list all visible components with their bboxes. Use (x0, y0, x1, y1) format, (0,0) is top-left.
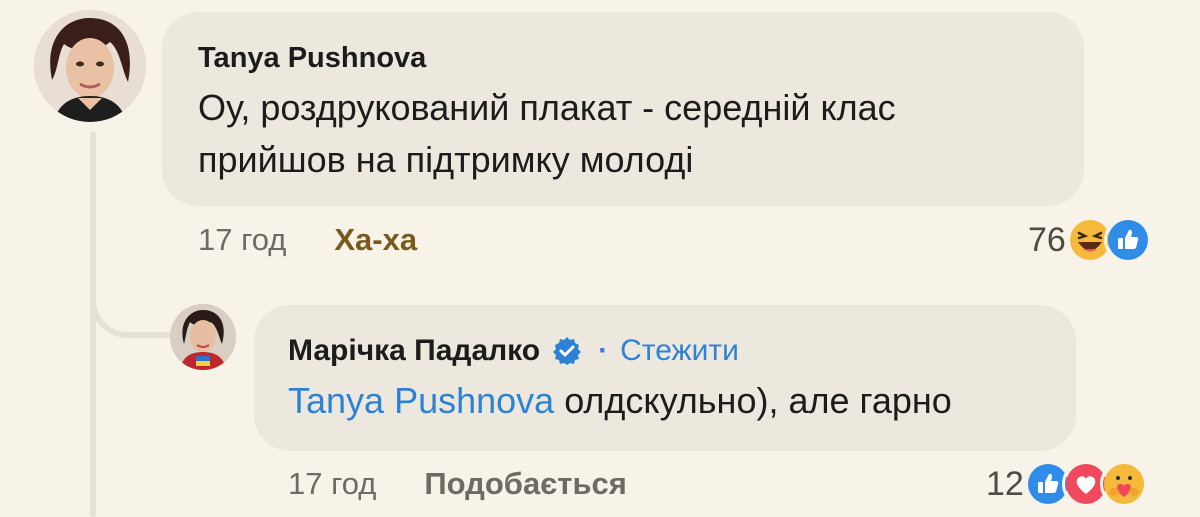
reply-bubble: Марічка Падалко · Стежити Tanya Pushnova… (254, 305, 1076, 451)
reaction-count: 76 (1028, 220, 1066, 259)
comment-bubble: Tanya Pushnova Оу, роздрукований плакат … (162, 12, 1084, 206)
thread-line (90, 132, 96, 517)
verified-badge-icon (552, 336, 582, 366)
comment-author[interactable]: Tanya Pushnova (198, 40, 1048, 76)
reply-text-row: Tanya Pushnova олдскульно), але гарно (288, 375, 1042, 427)
comment-text: Оу, роздрукований плакат - середній клас… (198, 87, 896, 180)
comment-time[interactable]: 17 год (198, 222, 286, 258)
reaction-count: 12 (986, 464, 1024, 503)
avatar[interactable] (170, 304, 236, 370)
thread-connector (90, 280, 172, 338)
comment-reactions[interactable]: 76 (1028, 216, 1152, 264)
separator-dot: · (598, 334, 609, 367)
care-icon (1099, 460, 1148, 508)
reply-text: олдскульно), але гарно (554, 380, 952, 421)
reply-meta: 17 год Подобається (288, 466, 627, 502)
reply-time[interactable]: 17 год (288, 466, 376, 502)
reply-header: Марічка Падалко · Стежити (288, 333, 1042, 369)
reply-reactions[interactable]: 12 (986, 460, 1148, 508)
reply-author[interactable]: Марічка Падалко (288, 333, 540, 369)
like-icon (1103, 216, 1152, 264)
comment-meta: 17 год Ха-ха (198, 222, 417, 258)
avatar[interactable] (34, 10, 146, 122)
follow-button[interactable]: Стежити (620, 333, 739, 369)
haha-reaction-button[interactable]: Ха-ха (334, 222, 417, 258)
mention-link[interactable]: Tanya Pushnova (288, 380, 554, 421)
like-button[interactable]: Подобається (424, 466, 627, 502)
